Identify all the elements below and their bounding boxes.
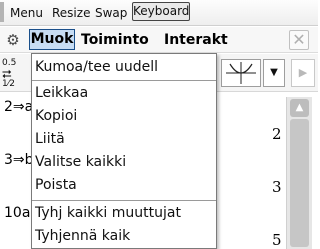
gear-icon[interactable]: ⚙ xyxy=(5,32,21,48)
menu-interakt[interactable]: Interakt xyxy=(164,31,228,49)
work-line[interactable]: 3⇒b xyxy=(4,152,34,168)
edit-dropdown-menu: Kumoa/tee uudell Leikkaa Kopioi Liitä Va… xyxy=(31,53,217,249)
work-line[interactable]: 2⇒a xyxy=(4,99,33,115)
top-menubar: Menu Resize Swap Keyboard xyxy=(0,0,318,26)
menu-item-copy[interactable]: Kopioi xyxy=(35,105,77,127)
scroll-thumb[interactable] xyxy=(290,119,309,247)
graph-button[interactable] xyxy=(221,59,261,87)
menu-button[interactable]: Menu xyxy=(10,5,43,21)
menu-divider xyxy=(32,200,216,201)
convert-bottom-label: 1⁄2 xyxy=(2,79,15,89)
menu-item-clear-all[interactable]: Tyhjennä kaik xyxy=(35,225,130,247)
graph-icon xyxy=(226,62,256,84)
work-result: 3 xyxy=(272,178,282,196)
menu-item-undo-redo[interactable]: Kumoa/tee uudell xyxy=(35,56,158,78)
resize-button[interactable]: Resize xyxy=(52,5,90,21)
swap-button[interactable]: Swap xyxy=(95,5,127,21)
work-result: 5 xyxy=(272,231,282,249)
close-icon[interactable]: ✕ xyxy=(289,30,309,50)
work-line[interactable]: 10a xyxy=(4,205,30,221)
scroll-up-icon[interactable]: ▲ xyxy=(290,99,309,117)
play-icon[interactable]: ▶ xyxy=(291,59,315,87)
app-menubar: ⚙ Muok Toiminto Interakt ✕ xyxy=(0,27,318,53)
menu-toiminto[interactable]: Toiminto xyxy=(81,31,149,49)
menu-divider xyxy=(32,80,216,81)
convert-fraction-icon[interactable]: 0.5 ⮂ 1⁄2 xyxy=(2,58,32,89)
menu-item-paste[interactable]: Liitä xyxy=(35,128,65,150)
chevron-down-icon[interactable]: ▼ xyxy=(263,59,285,87)
edge-handle xyxy=(0,2,4,22)
vertical-scrollbar[interactable]: ▲ xyxy=(286,97,312,249)
menu-muok[interactable]: Muok xyxy=(29,29,75,50)
work-result: 2 xyxy=(272,125,282,143)
menu-item-cut[interactable]: Leikkaa xyxy=(35,82,88,104)
keyboard-button[interactable]: Keyboard xyxy=(132,2,190,21)
menu-item-select-all[interactable]: Valitse kaikki xyxy=(35,151,126,173)
menu-item-clear-variables[interactable]: Tyhj kaikki muuttujat xyxy=(35,202,181,224)
menu-item-delete[interactable]: Poista xyxy=(35,174,77,196)
convert-arrow-icon: ⮂ xyxy=(2,67,12,81)
